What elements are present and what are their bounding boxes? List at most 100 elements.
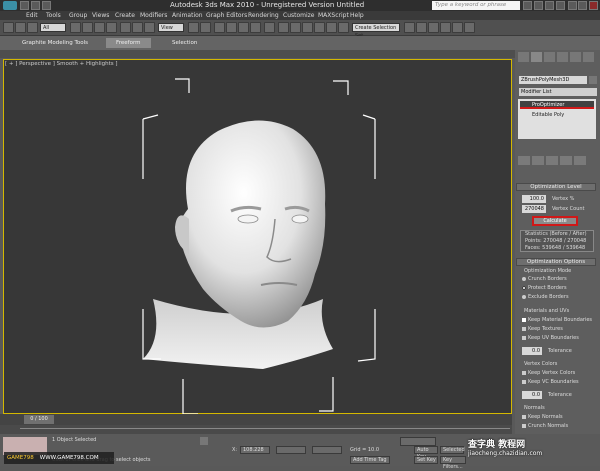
vc-tolerance-spinner[interactable]: 0.0 [522,391,542,399]
activeshade-icon[interactable] [464,22,475,33]
stack-item-prooptimizer[interactable]: ProOptimizer [520,101,594,109]
scale-icon[interactable] [144,22,155,33]
check-keep-uv-boundaries[interactable]: Keep UV Boundaries [522,335,579,341]
align-icon[interactable] [290,22,301,33]
window-crossing-icon[interactable] [106,22,117,33]
save-file-icon[interactable] [42,1,51,10]
motion-tab-icon[interactable] [557,52,568,62]
radio-crunch-borders[interactable]: Crunch Borders [522,276,567,282]
auto-key-button[interactable]: Auto Key [414,446,438,460]
curve-editor-icon[interactable] [326,22,337,33]
menu-help[interactable]: Help [350,12,364,19]
viewport-label[interactable]: [ + ] Perspective ] Smooth + Highlights … [5,61,118,67]
select-object-icon[interactable] [70,22,81,33]
uv-tolerance-spinner[interactable]: 0.0 [522,347,542,355]
render-setup-icon[interactable] [416,22,427,33]
manipulate-icon[interactable] [200,22,211,33]
open-file-icon[interactable] [31,1,40,10]
add-time-tag-button[interactable]: Add Time Tag [350,456,390,464]
new-file-icon[interactable] [20,1,29,10]
vertex-percent-spinner[interactable]: 100.0 [522,195,546,203]
menu-modifiers[interactable]: Modifiers [140,12,167,19]
select-by-name-icon[interactable] [82,22,93,33]
check-crunch-normals[interactable]: Crunch Normals [522,423,568,429]
layer-manager-icon[interactable] [302,22,313,33]
modifier-list-dropdown[interactable]: Modifier List [519,88,597,96]
ref-coord-dropdown[interactable]: View [158,23,184,32]
minimize-icon[interactable] [568,1,577,10]
time-slider-thumb[interactable]: 0 / 100 [24,415,54,424]
rect-selection-icon[interactable] [94,22,105,33]
check-keep-vertex-colors[interactable]: Keep Vertex Colors [522,370,575,376]
named-selection-dropdown[interactable]: Create Selection Set [352,23,400,39]
subscription-icon[interactable] [534,1,543,10]
rotate-icon[interactable] [132,22,143,33]
menu-edit[interactable]: Edit [26,12,38,19]
rendered-frame-icon[interactable] [428,22,439,33]
tab-graphite-modeling-tools[interactable]: Graphite Modeling Tools [12,38,98,48]
graphite-icon[interactable] [314,22,325,33]
close-icon[interactable] [589,1,598,10]
set-key-button[interactable]: Set Key [414,456,438,464]
configure-sets-icon[interactable] [574,156,586,165]
menu-customize[interactable]: Customize [283,12,315,19]
modify-tab-icon[interactable] [531,52,542,62]
utilities-tab-icon[interactable] [583,52,594,62]
menu-create[interactable]: Create [115,12,135,19]
vertex-count-spinner[interactable]: 270048 [522,205,546,213]
edit-named-sel-icon[interactable] [264,22,275,33]
favorites-icon[interactable] [545,1,554,10]
create-tab-icon[interactable] [518,52,529,62]
search-input[interactable]: Type a keyword or phrase [432,1,520,10]
tab-selection[interactable]: Selection [162,38,207,48]
pin-stack-icon[interactable] [518,156,530,165]
show-end-result-icon[interactable] [532,156,544,165]
display-tab-icon[interactable] [570,52,581,62]
rollout-optimization-options[interactable]: Optimization Options [516,258,596,266]
menu-graph-editors[interactable]: Graph Editors [206,12,247,19]
check-keep-textures[interactable]: Keep Textures [522,326,563,332]
search-icon[interactable] [523,1,532,10]
check-keep-normals[interactable]: Keep Normals [522,414,563,420]
material-editor-icon[interactable] [404,22,415,33]
object-color-swatch[interactable] [589,76,597,84]
menu-maxscript[interactable]: MAXScript [318,12,349,19]
check-keep-vc-boundaries[interactable]: Keep VC Boundaries [522,379,579,385]
menu-animation[interactable]: Animation [172,12,203,19]
maximize-icon[interactable] [578,1,587,10]
x-coord-field[interactable]: 108.228 [240,446,270,454]
help-icon[interactable] [556,1,565,10]
mirror-icon[interactable] [278,22,289,33]
radio-protect-borders[interactable]: Protect Borders [522,285,567,291]
schematic-icon[interactable] [338,22,349,33]
redo-icon[interactable] [15,22,26,33]
z-coord-field[interactable] [312,446,342,454]
playback-controls[interactable] [400,437,436,446]
y-coord-field[interactable] [276,446,306,454]
snap-icon[interactable] [214,22,225,33]
menu-group[interactable]: Group [69,12,87,19]
stack-item-editable-poly[interactable]: Editable Poly [520,111,594,119]
rollout-optimization-level[interactable]: Optimization Level [516,183,596,191]
object-name-field[interactable]: ZBrushPolyMesh3D [519,76,587,84]
tab-freeform[interactable]: Freeform [106,38,151,48]
angle-snap-icon[interactable] [226,22,237,33]
app-logo-icon[interactable] [3,1,17,10]
check-keep-material-boundaries[interactable]: Keep Material Boundaries [522,317,592,323]
radio-exclude-borders[interactable]: Exclude Borders [522,294,569,300]
head-model[interactable] [3,59,512,414]
calculate-button[interactable]: Calculate [532,216,578,226]
menu-rendering[interactable]: Rendering [248,12,279,19]
menu-views[interactable]: Views [92,12,109,19]
render-production-icon[interactable] [440,22,451,33]
make-unique-icon[interactable] [546,156,558,165]
selected-dropdown[interactable]: Selected [440,446,465,454]
percent-snap-icon[interactable] [238,22,249,33]
hierarchy-tab-icon[interactable] [544,52,555,62]
pivot-icon[interactable] [188,22,199,33]
link-icon[interactable] [27,22,38,33]
move-icon[interactable] [120,22,131,33]
menu-tools[interactable]: Tools [46,12,61,19]
track-bar[interactable] [0,425,512,434]
selection-filter-dropdown[interactable]: All [40,23,66,32]
